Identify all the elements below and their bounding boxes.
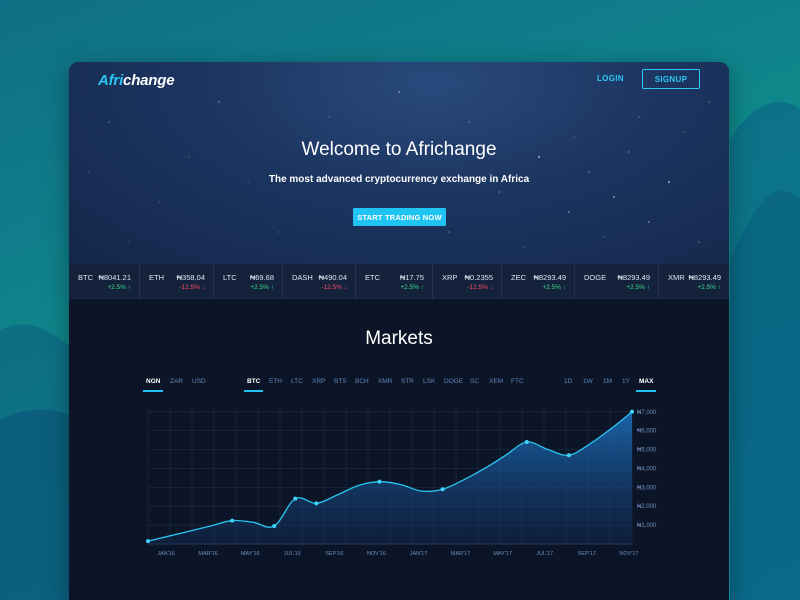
y-tick-label: ₦1,000: [637, 523, 657, 529]
x-tick-label: SEP'17: [578, 551, 596, 557]
app-window: Africhange LOGIN SIGNUP Welcome to Afric…: [69, 62, 729, 600]
chart-data-point: [230, 518, 235, 523]
x-tick-label: MAR'16: [198, 551, 217, 557]
chart-data-point: [146, 539, 150, 544]
y-tick-label: ₦7,000: [637, 410, 657, 416]
x-tick-label: NOV'17: [619, 551, 638, 557]
chart-data-point: [566, 453, 571, 458]
chart-data-point: [293, 496, 298, 501]
y-tick-label: ₦3,000: [637, 485, 657, 491]
x-tick-label: JAN'16: [157, 551, 175, 557]
x-tick-label: JAN'17: [410, 551, 428, 557]
x-tick-label: JUL'17: [536, 551, 553, 557]
y-tick-label: ₦6,000: [637, 429, 657, 435]
x-tick-label: SEP'16: [325, 551, 343, 557]
x-tick-label: MAR'17: [451, 551, 470, 557]
x-tick-label: NOV'16: [367, 551, 386, 557]
chart-data-point: [440, 487, 445, 492]
y-tick-label: ₦2,000: [637, 504, 657, 510]
chart-data-point: [314, 501, 319, 506]
x-tick-label: MAY'17: [493, 551, 512, 557]
y-tick-label: ₦4,000: [637, 466, 657, 472]
market-chart: ₦1,000 ₦2,000 ₦3,000 ₦4,000 ₦5,000 ₦6,000 ₦7,0…: [146, 408, 657, 557]
chart-data-point: [524, 440, 529, 444]
chart-data-point: [377, 479, 382, 484]
chart-data-point: [272, 524, 277, 529]
y-tick-label: ₦5,000: [637, 448, 657, 454]
x-tick-label: MAY'16: [241, 551, 260, 557]
x-tick-label: JUL'16: [284, 551, 301, 557]
chart-data-point: [630, 409, 634, 414]
